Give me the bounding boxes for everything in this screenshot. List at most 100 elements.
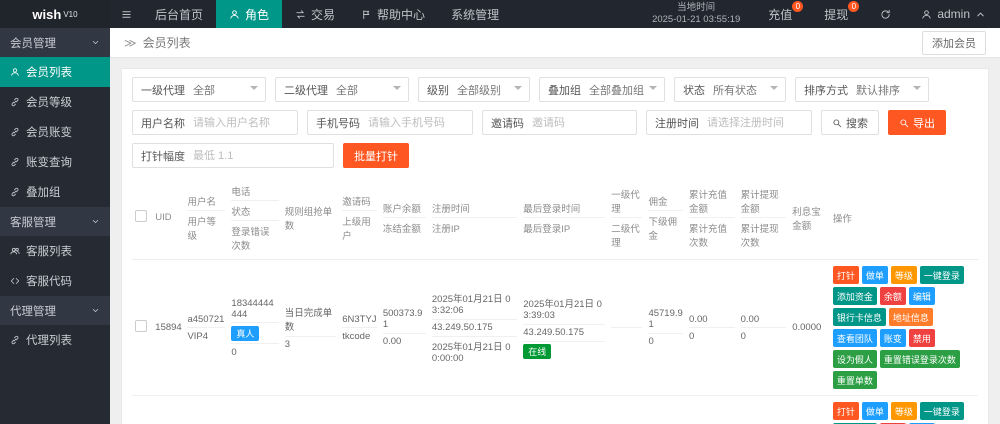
- sidebar-section-header[interactable]: 客服管理: [0, 207, 110, 236]
- recharge-badge: 0: [792, 1, 803, 12]
- action-button[interactable]: 银行卡信息: [833, 308, 886, 326]
- action-button[interactable]: 重置错误登录次数: [880, 350, 960, 368]
- action-button[interactable]: 添加资金: [833, 287, 877, 305]
- add-member-button[interactable]: 添加会员: [922, 31, 986, 55]
- cell-line: [611, 328, 642, 344]
- cell-line: a450721: [187, 311, 225, 328]
- person-icon: [10, 67, 20, 77]
- top-menu-item[interactable]: 后台首页: [142, 0, 216, 28]
- filter-label: 排序方式: [796, 82, 856, 98]
- filter-label: 一级代理: [133, 82, 193, 98]
- action-button[interactable]: 地址信息: [889, 308, 933, 326]
- search-button[interactable]: 搜索: [821, 110, 879, 135]
- filter-select[interactable]: 状态所有状态: [674, 77, 786, 102]
- sidebar: 会员管理会员列表会员等级会员账变账变查询叠加组客服管理客服列表客服代码代理管理代…: [0, 28, 110, 424]
- admin-menu[interactable]: admin: [907, 7, 1000, 21]
- phone-cell: 18344444444真人0: [228, 260, 281, 396]
- filter-row-2: 用户名称手机号码邀请码注册时间 搜索 导出: [132, 110, 978, 135]
- filter-select[interactable]: 二级代理全部: [275, 77, 409, 102]
- column-header-line: 下级佣金: [648, 211, 683, 244]
- app-logo: wish V10: [0, 0, 110, 28]
- action-button[interactable]: 重置单数: [833, 371, 877, 389]
- filter-select[interactable]: 排序方式默认排序: [795, 77, 929, 102]
- top-menu-item[interactable]: 角色: [216, 0, 282, 28]
- table-row: 15893tkcodeVIP01247172371真人0当日完成单数0J5AB8…: [132, 396, 978, 424]
- action-button[interactable]: 打针: [833, 402, 859, 420]
- sidebar-section-label: 代理管理: [10, 303, 56, 319]
- action-button[interactable]: 余额: [880, 287, 906, 305]
- cell-line: VIP4: [187, 328, 225, 344]
- select-all-checkbox[interactable]: [135, 210, 147, 222]
- table-row: 15894a450721VIP418344444444真人0当日完成单数36N3…: [132, 260, 978, 396]
- action-button[interactable]: 等级: [891, 402, 917, 420]
- sidebar-item[interactable]: 代理列表: [0, 325, 110, 355]
- action-button[interactable]: 做单: [862, 266, 888, 284]
- column-header-line: 用户名: [187, 191, 225, 211]
- column-header: 电话状态登录错误次数: [228, 176, 281, 260]
- table-header-row: UID用户名用户等级电话状态登录错误次数规则组抢单数邀请码上级用户账户余额冻结金…: [132, 176, 978, 260]
- withdraw-badge: 0: [848, 1, 859, 12]
- hamburger-menu-icon[interactable]: [110, 0, 142, 28]
- sidebar-item[interactable]: 会员等级: [0, 87, 110, 117]
- cell-line: 0: [231, 344, 278, 360]
- sidebar-item-label: 会员等级: [26, 94, 72, 110]
- filter-input[interactable]: [193, 117, 297, 129]
- column-header: 邀请码上级用户: [339, 176, 380, 260]
- sidebar-item[interactable]: 会员列表: [0, 57, 110, 87]
- member-list-card: 一级代理全部二级代理全部级别全部级别叠加组全部叠加组状态所有状态排序方式默认排序…: [121, 68, 989, 424]
- cell-line: 45719.91: [648, 306, 683, 334]
- filter-selected-value: 全部: [193, 82, 265, 98]
- action-button[interactable]: 一键登录: [920, 266, 964, 284]
- inject-amplitude-input[interactable]: [193, 150, 333, 162]
- breadcrumb-prefix: ≫: [124, 36, 137, 50]
- action-button[interactable]: 等级: [891, 266, 917, 284]
- row-checkbox[interactable]: [135, 320, 147, 332]
- filter-input-group: 手机号码: [307, 110, 473, 135]
- recharge-button[interactable]: 充值 0: [752, 0, 808, 28]
- action-button[interactable]: 查看团队: [833, 329, 877, 347]
- filter-input[interactable]: [368, 117, 472, 129]
- top-menu-item[interactable]: 帮助中心: [348, 0, 438, 28]
- person-icon: [229, 9, 240, 20]
- filter-select[interactable]: 叠加组全部叠加组: [539, 77, 665, 102]
- sidebar-item[interactable]: 客服列表: [0, 236, 110, 266]
- sidebar-item[interactable]: 客服代码: [0, 266, 110, 296]
- action-button[interactable]: 账变: [880, 329, 906, 347]
- action-button[interactable]: 打针: [833, 266, 859, 284]
- top-menu-item[interactable]: 系统管理: [438, 0, 512, 28]
- action-button[interactable]: 做单: [862, 402, 888, 420]
- withdraw-button[interactable]: 提现 0: [808, 0, 864, 28]
- filter-input[interactable]: [532, 117, 636, 129]
- action-button[interactable]: 禁用: [909, 329, 935, 347]
- column-header: 累计充值金额累计充值次数: [686, 176, 738, 260]
- refresh-icon[interactable]: [864, 0, 907, 28]
- action-button[interactable]: 编辑: [909, 287, 935, 305]
- link-icon: [10, 97, 20, 107]
- column-header-line: 累计提现金额: [741, 184, 787, 218]
- sidebar-section-header[interactable]: 会员管理: [0, 28, 110, 57]
- filter-input[interactable]: [707, 117, 811, 129]
- sidebar-item[interactable]: 账变查询: [0, 147, 110, 177]
- export-button[interactable]: 导出: [888, 110, 946, 135]
- chevron-down-icon: [91, 38, 100, 47]
- action-button[interactable]: 设为假人: [833, 350, 877, 368]
- select-all-cell: [132, 176, 152, 260]
- filter-label: 二级代理: [276, 82, 336, 98]
- column-header: 注册时间注册IP: [429, 176, 520, 260]
- filter-label: 叠加组: [540, 82, 589, 98]
- column-header-line: 一级代理: [611, 184, 642, 218]
- user-cell: tkcodeVIP0: [184, 396, 228, 424]
- column-header: 账户余额冻结金额: [380, 176, 429, 260]
- action-button[interactable]: 一键登录: [920, 402, 964, 420]
- filter-select[interactable]: 级别全部级别: [418, 77, 530, 102]
- sidebar-item[interactable]: 会员账变: [0, 117, 110, 147]
- batch-inject-button[interactable]: 批量打针: [343, 143, 409, 168]
- sidebar-item[interactable]: 叠加组: [0, 177, 110, 207]
- cell-line: 18344444444: [231, 295, 278, 323]
- column-header-line: 注册时间: [432, 198, 517, 218]
- filter-input-group: 用户名称: [132, 110, 298, 135]
- top-menu-item[interactable]: 交易: [282, 0, 348, 28]
- sidebar-section-header[interactable]: 代理管理: [0, 296, 110, 325]
- column-header-line: 规则组抢单数: [285, 201, 337, 234]
- filter-select[interactable]: 一级代理全部: [132, 77, 266, 102]
